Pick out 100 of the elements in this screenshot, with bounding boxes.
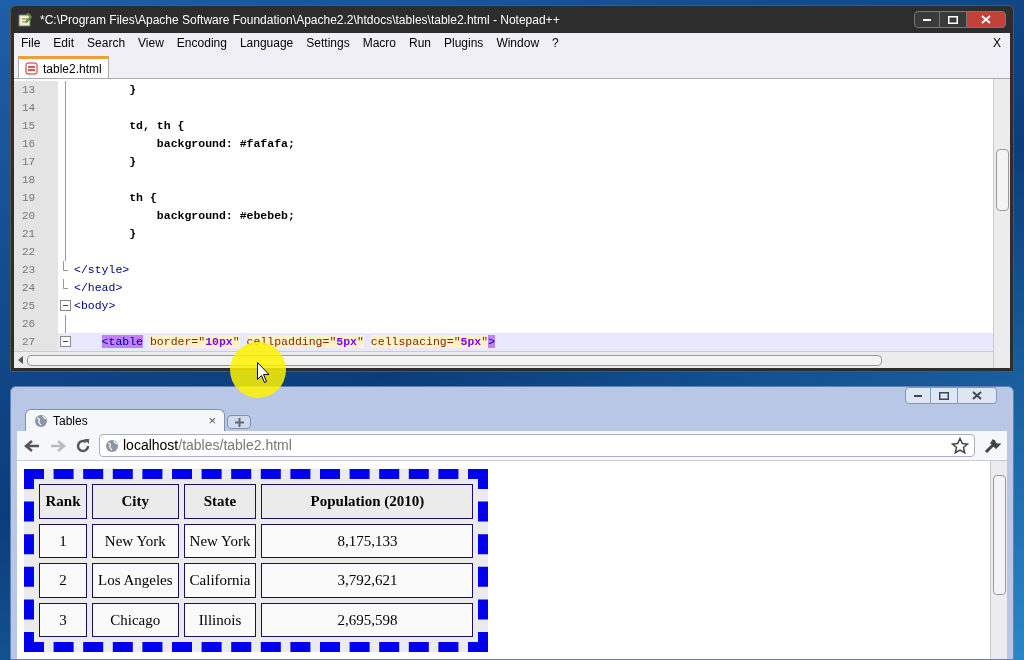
- code-tag: <body>: [74, 297, 116, 315]
- menu-item[interactable]: File: [21, 34, 41, 52]
- minimize-icon: [914, 394, 922, 397]
- wrench-icon[interactable]: [983, 436, 1001, 455]
- line-number: 24: [14, 279, 58, 297]
- fold-line: [65, 315, 66, 333]
- minimize-icon: [923, 18, 931, 21]
- line-number: 21: [14, 225, 58, 243]
- pointer-icon: [257, 362, 269, 383]
- column-header: Rank: [39, 484, 87, 519]
- notepad-icon: [18, 12, 32, 27]
- line-number: 16: [14, 135, 58, 153]
- maximize-icon: [939, 391, 949, 400]
- menu-item[interactable]: Settings: [306, 34, 350, 52]
- line-number: 20: [14, 207, 58, 225]
- new-tab-button[interactable]: [227, 415, 251, 429]
- close-document-button[interactable]: X: [993, 34, 1003, 52]
- horizontal-scrollbar[interactable]: [14, 351, 993, 368]
- table-cell: New York: [92, 523, 179, 558]
- close-icon: [981, 15, 991, 24]
- menu-item[interactable]: View: [138, 34, 164, 52]
- code-text: 5px: [336, 334, 357, 351]
- code-text: ": [232, 334, 240, 351]
- globe-icon: [105, 438, 119, 453]
- table-cell: Chicago: [92, 602, 179, 637]
- code-text: ": [481, 334, 489, 351]
- file-tab[interactable]: table2.html: [18, 56, 109, 78]
- code-text: cellspacing=": [369, 334, 461, 351]
- code-text: th {: [128, 190, 157, 207]
- menu-item[interactable]: Plugins: [444, 34, 484, 52]
- table-cell: Los Angeles: [92, 563, 179, 598]
- line-number: 14: [14, 99, 58, 117]
- address-bar[interactable]: localhost/tables/table2.html: [99, 434, 975, 457]
- menu-item[interactable]: Search: [87, 34, 126, 52]
- vertical-scrollbar[interactable]: [990, 461, 1007, 659]
- code-tag: </head>: [74, 279, 123, 297]
- line-number: 17: [14, 153, 58, 171]
- column-header: Population (2010): [261, 484, 474, 519]
- maximize-button[interactable]: [940, 11, 966, 28]
- line-number: 19: [14, 189, 58, 207]
- code-text: background: #ebebeb;: [155, 208, 295, 225]
- minimize-button[interactable]: [905, 387, 931, 404]
- close-button[interactable]: [966, 11, 1006, 28]
- globe-icon: [34, 413, 48, 428]
- table-cell: 1: [39, 523, 87, 558]
- fold-icon[interactable]: [60, 300, 71, 311]
- menu-item[interactable]: Macro: [362, 34, 396, 52]
- menu-item[interactable]: Window: [496, 34, 540, 52]
- code-text: 10px: [205, 334, 233, 351]
- code-text: 5px: [460, 334, 482, 351]
- table-cell: California: [183, 563, 257, 598]
- line-number: 26: [14, 315, 58, 333]
- code-tag: <table: [74, 333, 144, 351]
- code-text: ": [357, 334, 364, 351]
- menu-item[interactable]: ?: [552, 34, 559, 52]
- star-icon[interactable]: [951, 436, 969, 455]
- code-text: td, th {: [128, 118, 185, 135]
- table-cell: 2: [39, 563, 87, 598]
- maximize-button[interactable]: [931, 387, 957, 404]
- scrollbar-thumb[interactable]: [992, 475, 1006, 595]
- code-text: }: [128, 82, 137, 99]
- table-cell: New York: [183, 523, 257, 558]
- column-header: State: [183, 484, 257, 519]
- code-tag: >: [488, 333, 496, 351]
- table-cell: 3,792,621: [261, 563, 474, 598]
- maximize-icon: [948, 15, 958, 24]
- menu-item[interactable]: Language: [239, 34, 294, 52]
- table-cell: 3: [39, 602, 87, 637]
- fold-icon[interactable]: [60, 336, 71, 347]
- scrollbar-thumb[interactable]: [995, 149, 1009, 211]
- table-cell: 2,695,598: [261, 602, 474, 637]
- menu-item[interactable]: Encoding: [176, 34, 227, 52]
- close-tab-button[interactable]: ×: [208, 410, 216, 431]
- line-number: 22: [14, 243, 58, 261]
- close-button[interactable]: [957, 387, 997, 404]
- line-number: 23: [14, 261, 58, 279]
- line-number: 15: [14, 117, 58, 135]
- code-text: }: [128, 154, 137, 171]
- document-icon: [25, 62, 38, 75]
- reload-icon[interactable]: [75, 437, 91, 454]
- scroll-left-icon[interactable]: [18, 356, 23, 364]
- close-icon: [972, 391, 982, 400]
- vertical-scrollbar[interactable]: [993, 79, 1010, 368]
- line-number: 13: [14, 81, 58, 99]
- code-text: border=": [148, 334, 206, 351]
- url-text: localhost/tables/table2.html: [123, 436, 293, 455]
- code-tag: </style>: [74, 261, 130, 279]
- code-text: }: [128, 226, 137, 243]
- code-text: background: #fafafa;: [155, 136, 295, 153]
- table-cell: 8,175,133: [261, 523, 474, 558]
- browser-tab[interactable]: Tables ×: [25, 409, 225, 431]
- line-number: 25: [14, 297, 58, 315]
- minimize-button[interactable]: [914, 11, 940, 28]
- back-icon[interactable]: [23, 438, 41, 453]
- menu-item[interactable]: Run: [409, 34, 431, 52]
- table-cell: Illinois: [183, 602, 257, 637]
- menu-item[interactable]: Edit: [53, 34, 75, 52]
- scrollbar-thumb[interactable]: [27, 354, 882, 366]
- window-title: *C:\Program Files\Apache Software Foundation\Apache2.2\htdocs\tables\table2.html - Notepad++: [40, 11, 561, 29]
- plus-icon: [234, 417, 244, 427]
